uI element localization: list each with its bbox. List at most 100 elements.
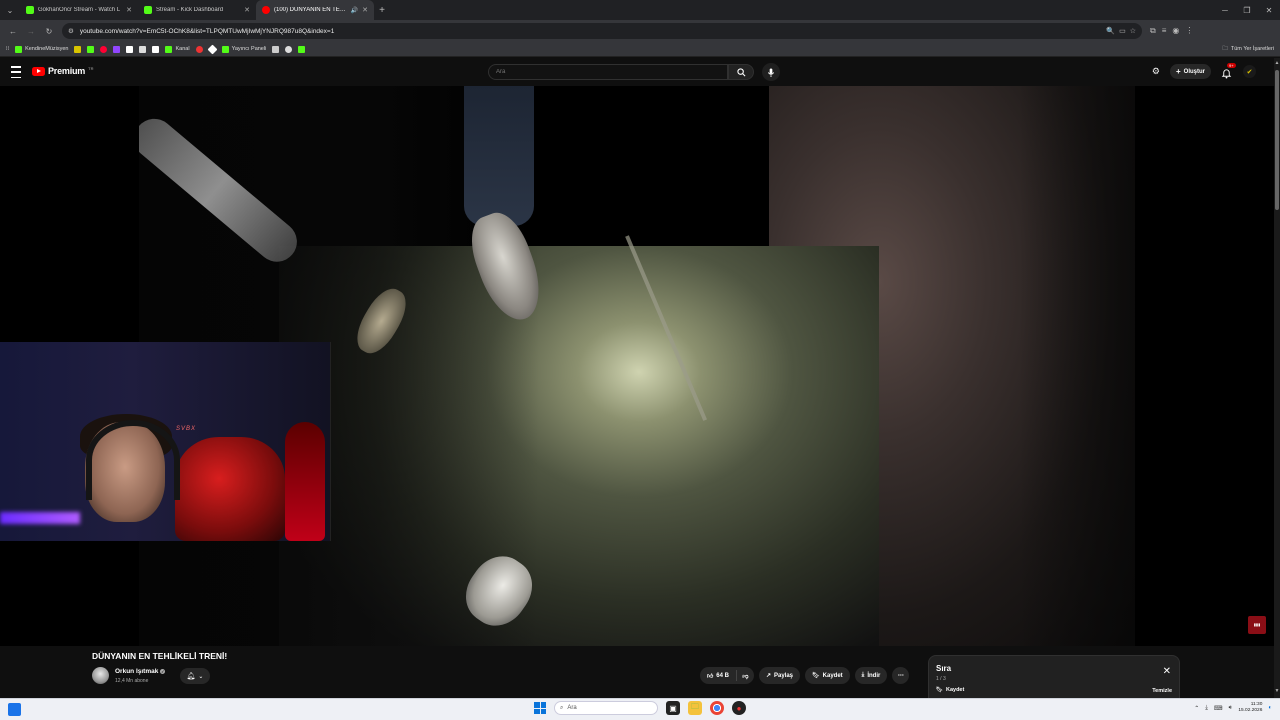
all-bookmarks-link[interactable]: 🗀 Tüm Yer İşaretleri	[1222, 45, 1274, 54]
channel-name[interactable]: Orkun Işıtmak ✓	[115, 668, 166, 675]
browser-tab-1[interactable]: GokhanOncr Stream - Watch L ✕	[20, 0, 138, 20]
close-tab-icon[interactable]: ✕	[126, 6, 132, 14]
menu-kebab-icon[interactable]: ⋮	[1185, 26, 1193, 36]
close-icon[interactable]: ✕	[1163, 666, 1171, 677]
speaker-icon[interactable]: 🔊	[351, 7, 358, 14]
hamburger-menu-icon[interactable]	[11, 66, 21, 78]
youtube-play-icon	[32, 66, 45, 76]
apps-grid-icon[interactable]: ⁞⁞	[6, 46, 9, 52]
bookmark-favicon-icon	[126, 45, 134, 53]
widgets-icon[interactable]	[8, 703, 21, 716]
video-player[interactable]: SVBX ▮▮▮	[0, 86, 1274, 646]
reload-icon[interactable]: ↻	[40, 22, 58, 40]
bookmark-item[interactable]: Yayıncı Paneli	[221, 45, 266, 53]
task-view-icon[interactable]: ▣	[666, 701, 680, 715]
bookmark-item[interactable]	[139, 45, 147, 53]
youtube-premium-logo[interactable]: Premium TR	[32, 66, 93, 76]
subscription-bell-button[interactable]: 🔔︎ ⌄	[180, 668, 210, 684]
copilot-icon[interactable]: ◐	[1268, 705, 1272, 711]
bookmark-item[interactable]	[298, 45, 306, 53]
extensions-icon[interactable]: ⧉	[1150, 26, 1156, 36]
queue-save-label: Kaydet	[945, 687, 965, 693]
voice-search-button[interactable]	[762, 63, 780, 81]
file-explorer-icon[interactable]: 🗀	[688, 701, 702, 715]
bookmark-item[interactable]	[195, 45, 203, 53]
bookmark-item[interactable]	[74, 45, 82, 53]
create-button[interactable]: + Oluştur	[1169, 64, 1211, 79]
bookmark-item[interactable]	[272, 45, 280, 53]
youtube-favicon-icon	[262, 6, 270, 14]
bookmark-item[interactable]: Kanal	[165, 45, 190, 53]
channel-watermark-icon[interactable]: ▮▮▮	[1248, 616, 1266, 634]
url-field[interactable]: ⚙ youtube.com/watch?v=EmC5t-OChK8&list=T…	[62, 23, 1142, 39]
bookmarks-bar: ⁞⁞ KendineMüzisyen Kanal Yayıncı Paneli …	[0, 42, 1280, 57]
browser-tab-2[interactable]: Stream - Kick Dashboard ✕	[138, 0, 256, 20]
bookmark-favicon-icon	[100, 45, 108, 53]
like-button[interactable]: 👍︎ 64 B	[700, 667, 736, 684]
tab-title: (100) DÜNYANIN EN TEHLİ	[274, 7, 347, 13]
browser-tab-3[interactable]: (100) DÜNYANIN EN TEHLİ 🔊 ✕	[256, 0, 374, 20]
plus-icon: +	[1175, 67, 1181, 76]
download-tray-icon[interactable]: ⤓	[1205, 705, 1208, 712]
queue-clear-button[interactable]: Temizle	[1152, 688, 1172, 694]
tab-search-icon[interactable]: ⌄	[0, 0, 20, 20]
forward-icon[interactable]: →	[22, 22, 40, 40]
more-actions-button[interactable]: ⋯	[892, 667, 910, 684]
minimize-icon[interactable]: ─	[1214, 0, 1236, 20]
search-button[interactable]	[728, 64, 754, 80]
leg-figure	[464, 86, 534, 226]
clock[interactable]: 11:30 15.02.2026	[1238, 702, 1262, 714]
bookmark-icon: 🔖︎	[812, 673, 820, 679]
account-avatar[interactable]: ✔	[1243, 65, 1256, 78]
site-info-icon[interactable]: ⚙	[68, 27, 74, 35]
share-button[interactable]: ↗ Paylaş	[758, 667, 801, 684]
bookmark-item[interactable]: KendineMüzisyen	[15, 45, 68, 53]
bookmark-icon: 🔖︎	[936, 687, 943, 693]
reading-list-icon[interactable]: ≡	[1162, 26, 1167, 36]
dislike-button[interactable]: 👎︎	[737, 667, 754, 684]
bookmark-star-icon[interactable]: ☆	[1130, 27, 1136, 35]
scrollbar-thumb[interactable]	[1275, 70, 1279, 210]
close-tab-icon[interactable]: ✕	[362, 6, 368, 14]
scroll-down-icon[interactable]: ▼	[1274, 688, 1280, 694]
zoom-icon[interactable]: 🔍	[1106, 27, 1115, 35]
cast-icon[interactable]: ▭	[1119, 27, 1126, 35]
close-tab-icon[interactable]: ✕	[244, 6, 250, 14]
windows-start-icon[interactable]	[534, 702, 546, 714]
chair-logo: SVBX	[176, 426, 197, 432]
cast-settings-icon[interactable]: ⚙	[1152, 66, 1160, 77]
queue-save-button[interactable]: 🔖︎ Kaydet	[936, 687, 964, 693]
maximize-icon[interactable]: ❐	[1236, 0, 1258, 20]
bookmark-item[interactable]	[152, 45, 160, 53]
notifications-button[interactable]: 9+	[1221, 62, 1236, 79]
profile-icon[interactable]: ◉	[1172, 26, 1179, 36]
logo-text: Premium	[48, 66, 86, 76]
obs-app-icon[interactable]: ●	[732, 701, 746, 715]
bookmark-item[interactable]	[100, 45, 108, 53]
queue-panel: Sıra 1 / 3 ✕ 🔖︎ Kaydet Temizle	[928, 655, 1180, 700]
taskbar-search[interactable]: ⌕ Ara	[554, 701, 658, 715]
search-input[interactable]	[496, 69, 727, 75]
url-text: youtube.com/watch?v=EmC5t-OChK8&list=TLP…	[79, 27, 335, 35]
bookmark-item[interactable]	[113, 45, 121, 53]
search-field[interactable]	[488, 64, 728, 80]
save-button[interactable]: 🔖︎ Kaydet	[805, 667, 850, 684]
plus-icon[interactable]: +	[374, 5, 390, 16]
bookmark-item[interactable]	[87, 45, 95, 53]
network-icon[interactable]: ⌨	[1214, 705, 1223, 712]
volume-icon[interactable]: 🔉︎	[1229, 705, 1233, 712]
bookmark-item[interactable]	[126, 45, 134, 53]
scroll-up-icon[interactable]: ▲	[1274, 60, 1280, 66]
bookmark-favicon-icon	[74, 45, 82, 53]
channel-avatar[interactable]	[92, 667, 109, 684]
bookmark-item[interactable]	[207, 44, 218, 54]
like-dislike-group: 👍︎ 64 B 👎︎	[700, 667, 754, 684]
download-button[interactable]: ⤓ İndir	[854, 667, 888, 684]
back-icon[interactable]: ←	[4, 22, 22, 40]
chrome-icon[interactable]	[710, 701, 724, 715]
folder-icon: 🗀	[1222, 45, 1228, 52]
chevron-up-icon[interactable]: ⌃	[1194, 705, 1199, 712]
bookmark-item[interactable]	[285, 45, 293, 53]
close-window-icon[interactable]: ✕	[1258, 0, 1280, 20]
kick-favicon-icon	[26, 6, 34, 14]
